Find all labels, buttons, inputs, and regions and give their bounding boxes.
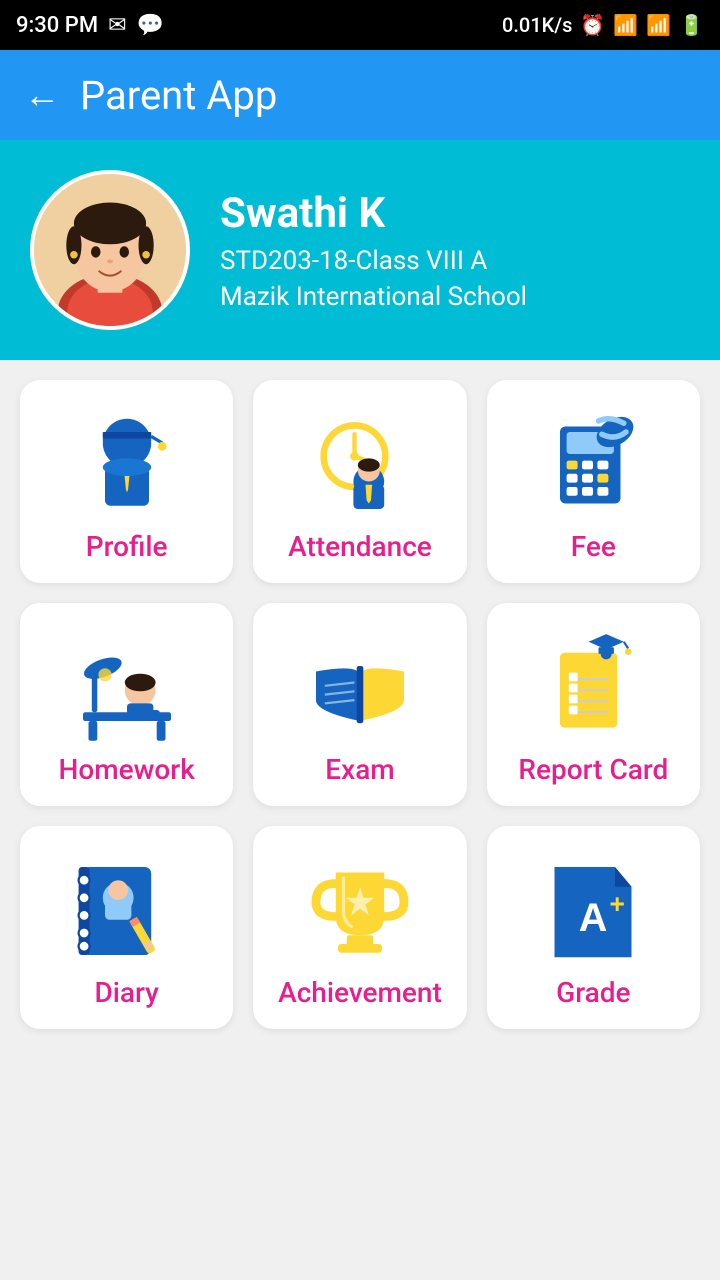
status-bar: 9:30 PM ✉ 💬 0.01K/s ⏰ 📶 📶 🔋: [0, 0, 720, 50]
page-title: Parent App: [80, 72, 277, 119]
diary-label: Diary: [94, 976, 158, 1019]
signal-icon: 📶: [646, 13, 671, 37]
homework-label: Homework: [59, 753, 195, 796]
svg-text:+: +: [610, 889, 625, 919]
grid-item-exam[interactable]: Exam: [253, 603, 466, 806]
status-time: 9:30 PM: [16, 13, 98, 38]
report-card-label: Report Card: [518, 753, 668, 796]
profile-info: Swathi K STD203-18-Class VIII A Mazik In…: [220, 189, 690, 312]
alarm-icon: ⏰: [580, 13, 605, 37]
attendance-icon: [305, 410, 415, 520]
exam-icon: [305, 633, 415, 743]
grid-item-diary[interactable]: Diary: [20, 826, 233, 1029]
gmail-icon: ✉: [108, 13, 126, 38]
grid-item-report-card[interactable]: Report Card: [487, 603, 700, 806]
achievement-icon: [305, 856, 415, 966]
grid-item-homework[interactable]: Homework: [20, 603, 233, 806]
diary-icon: [72, 856, 182, 966]
status-left: 9:30 PM ✉ 💬: [16, 13, 164, 38]
grade-icon: A +: [538, 856, 648, 966]
network-speed: 0.01K/s: [502, 13, 572, 37]
avatar: [30, 170, 190, 330]
exam-label: Exam: [325, 753, 394, 796]
grade-label: Grade: [556, 976, 630, 1019]
homework-icon: [72, 633, 182, 743]
report-card-icon: [538, 633, 648, 743]
wifi-icon: 📶: [613, 13, 638, 37]
fee-icon: [538, 410, 648, 520]
svg-text:A: A: [579, 896, 608, 940]
fee-label: Fee: [571, 530, 616, 573]
attendance-label: Attendance: [288, 530, 432, 573]
top-bar: ← Parent App: [0, 50, 720, 140]
battery-icon: 🔋: [679, 13, 704, 37]
chat-icon: 💬: [137, 13, 164, 38]
profile-icon: [72, 410, 182, 520]
status-right: 0.01K/s ⏰ 📶 📶 🔋: [502, 13, 704, 37]
profile-name: Swathi K: [220, 189, 690, 238]
back-button[interactable]: ←: [24, 77, 60, 113]
grid-item-grade[interactable]: A + Grade: [487, 826, 700, 1029]
profile-school: Mazik International School: [220, 282, 690, 312]
grid-item-achievement[interactable]: Achievement: [253, 826, 466, 1029]
grid-item-profile[interactable]: Profile: [20, 380, 233, 583]
profile-banner: Swathi K STD203-18-Class VIII A Mazik In…: [0, 140, 720, 360]
profile-student-id: STD203-18-Class VIII A: [220, 246, 690, 276]
achievement-label: Achievement: [278, 976, 442, 1019]
grid-item-attendance[interactable]: Attendance: [253, 380, 466, 583]
grid-item-fee[interactable]: Fee: [487, 380, 700, 583]
profile-label: Profile: [86, 530, 168, 573]
menu-grid: Profile Attendance: [0, 360, 720, 1049]
